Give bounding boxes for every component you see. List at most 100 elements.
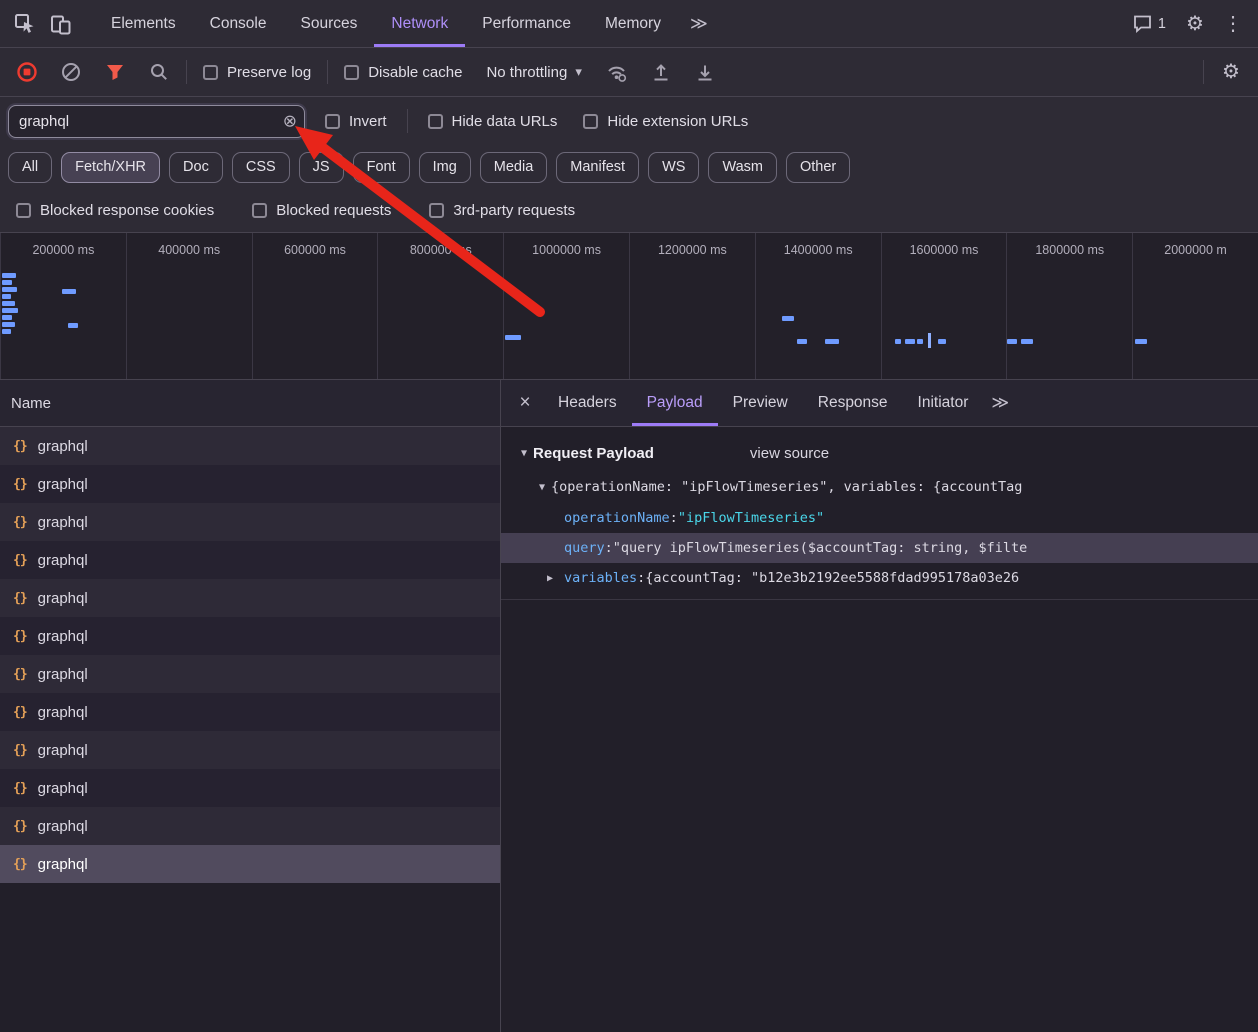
type-filter-fetch-xhr[interactable]: Fetch/XHR bbox=[61, 152, 160, 183]
import-har-icon[interactable] bbox=[644, 55, 678, 89]
hide-extension-urls-checkbox[interactable] bbox=[583, 114, 598, 129]
blocked-response-cookies-checkbox[interactable] bbox=[16, 203, 31, 218]
more-main-tabs-icon[interactable]: ≫ bbox=[680, 14, 718, 34]
table-row[interactable]: {}graphql bbox=[0, 617, 500, 655]
table-row[interactable]: {}graphql bbox=[0, 693, 500, 731]
table-row[interactable]: {}graphql bbox=[0, 503, 500, 541]
main-tab-sources[interactable]: Sources bbox=[284, 0, 375, 47]
timeline-label: 1200000 ms bbox=[630, 243, 755, 257]
type-filter-img[interactable]: Img bbox=[419, 152, 471, 183]
preserve-log-checkbox[interactable] bbox=[203, 65, 218, 80]
request-payload-section[interactable]: ▼ Request Payload view source bbox=[501, 435, 1258, 471]
type-filter-all[interactable]: All bbox=[8, 152, 52, 183]
kebab-menu-icon[interactable]: ⋮ bbox=[1216, 7, 1250, 41]
network-search-button[interactable] bbox=[142, 55, 176, 89]
hide-extension-urls-toggle[interactable]: Hide extension URLs bbox=[577, 113, 754, 130]
network-settings-icon[interactable]: ⚙ bbox=[1214, 55, 1248, 89]
payload-entry[interactable]: ▶variables: {accountTag: "b12e3b2192ee55… bbox=[501, 563, 1258, 593]
clear-network-log-button[interactable] bbox=[54, 55, 88, 89]
type-filter-wasm[interactable]: Wasm bbox=[708, 152, 777, 183]
blocked-requests-checkbox[interactable] bbox=[252, 203, 267, 218]
detail-tab-preview[interactable]: Preview bbox=[718, 380, 803, 426]
type-filter-manifest[interactable]: Manifest bbox=[556, 152, 639, 183]
close-details-icon[interactable]: × bbox=[507, 392, 543, 414]
detail-tab-initiator[interactable]: Initiator bbox=[903, 380, 984, 426]
detail-tab-response[interactable]: Response bbox=[803, 380, 903, 426]
table-row[interactable]: {}graphql bbox=[0, 579, 500, 617]
export-har-icon[interactable] bbox=[688, 55, 722, 89]
payload-summary-row[interactable]: ▼ {operationName: "ipFlowTimeseries", va… bbox=[501, 471, 1258, 503]
waterfall-bar bbox=[2, 308, 18, 313]
type-filter-font[interactable]: Font bbox=[353, 152, 410, 183]
table-row[interactable]: {}graphql bbox=[0, 807, 500, 845]
advanced-filter-3rd-party-requests[interactable]: 3rd-party requests bbox=[423, 202, 581, 219]
type-filter-doc[interactable]: Doc bbox=[169, 152, 223, 183]
json-braces-icon: {} bbox=[13, 591, 27, 606]
name-column-header[interactable]: Name bbox=[0, 380, 500, 427]
collapse-triangle-icon[interactable]: ▼ bbox=[539, 482, 545, 493]
timeline-segment: 600000 ms bbox=[252, 233, 378, 379]
type-filter-css[interactable]: CSS bbox=[232, 152, 290, 183]
main-tab-console[interactable]: Console bbox=[193, 0, 284, 47]
table-row[interactable]: {}graphql bbox=[0, 731, 500, 769]
collapse-triangle-icon[interactable]: ▼ bbox=[521, 448, 527, 459]
filter-toggle-button[interactable] bbox=[98, 55, 132, 89]
disable-cache-toggle[interactable]: Disable cache bbox=[338, 64, 468, 81]
issues-count: 1 bbox=[1158, 16, 1166, 32]
throttling-select[interactable]: No throttling ▾ bbox=[478, 64, 589, 81]
requests-list: {}graphql{}graphql{}graphql{}graphql{}gr… bbox=[0, 427, 500, 1032]
payload-value: "query ipFlowTimeseries($accountTag: str… bbox=[613, 540, 1028, 556]
main-tab-elements[interactable]: Elements bbox=[94, 0, 193, 47]
hide-data-urls-checkbox[interactable] bbox=[428, 114, 443, 129]
disable-cache-checkbox[interactable] bbox=[344, 65, 359, 80]
table-row[interactable]: {}graphql bbox=[0, 465, 500, 503]
type-filter-js[interactable]: JS bbox=[299, 152, 344, 183]
settings-icon[interactable]: ⚙ bbox=[1178, 7, 1212, 41]
waterfall-bar bbox=[2, 280, 12, 285]
detail-tab-headers[interactable]: Headers bbox=[543, 380, 632, 426]
invert-checkbox[interactable] bbox=[325, 114, 340, 129]
main-tab-performance[interactable]: Performance bbox=[465, 0, 588, 47]
view-source-link[interactable]: view source bbox=[750, 445, 829, 462]
network-main-split: Name {}graphql{}graphql{}graphql{}graphq… bbox=[0, 380, 1258, 1032]
type-filter-other[interactable]: Other bbox=[786, 152, 850, 183]
advanced-filter-blocked-response-cookies[interactable]: Blocked response cookies bbox=[10, 202, 220, 219]
hide-extension-urls-label: Hide extension URLs bbox=[607, 113, 748, 130]
type-filter-ws[interactable]: WS bbox=[648, 152, 699, 183]
type-filter-media[interactable]: Media bbox=[480, 152, 548, 183]
inspect-element-icon[interactable] bbox=[8, 7, 42, 41]
request-name: graphql bbox=[38, 514, 88, 531]
payload-entry[interactable]: query: "query ipFlowTimeseries($accountT… bbox=[501, 533, 1258, 563]
main-tab-network[interactable]: Network bbox=[374, 0, 465, 47]
table-row[interactable]: {}graphql bbox=[0, 541, 500, 579]
table-row[interactable]: {}graphql bbox=[0, 427, 500, 465]
payload-entry[interactable]: operationName: "ipFlowTimeseries" bbox=[501, 503, 1258, 533]
issues-counter[interactable]: 1 bbox=[1124, 13, 1174, 34]
table-row[interactable]: {}graphql bbox=[0, 655, 500, 693]
table-row[interactable]: {}graphql bbox=[0, 769, 500, 807]
3rd-party-requests-checkbox[interactable] bbox=[429, 203, 444, 218]
invert-filter-toggle[interactable]: Invert bbox=[319, 113, 393, 130]
json-braces-icon: {} bbox=[13, 705, 27, 720]
network-overview-timeline[interactable]: 200000 ms400000 ms600000 ms800000 ms1000… bbox=[0, 232, 1258, 380]
timeline-label: 200000 ms bbox=[1, 243, 126, 257]
main-tab-memory[interactable]: Memory bbox=[588, 0, 678, 47]
device-toolbar-icon[interactable] bbox=[44, 7, 78, 41]
record-stop-button[interactable] bbox=[10, 55, 44, 89]
more-detail-tabs-icon[interactable]: ≫ bbox=[991, 393, 1009, 413]
filter-input[interactable] bbox=[9, 106, 304, 137]
waterfall-bar bbox=[895, 339, 901, 344]
expand-triangle-icon[interactable]: ▶ bbox=[547, 573, 564, 584]
detail-tab-payload[interactable]: Payload bbox=[632, 380, 718, 426]
payload-separator: : bbox=[670, 510, 678, 526]
network-conditions-glyph bbox=[605, 61, 628, 84]
timeline-label: 1800000 ms bbox=[1007, 243, 1132, 257]
devtools-window: ElementsConsoleSourcesNetworkPerformance… bbox=[0, 0, 1258, 1032]
table-row[interactable]: {}graphql bbox=[0, 845, 500, 883]
preserve-log-toggle[interactable]: Preserve log bbox=[197, 64, 317, 81]
advanced-filter-blocked-requests[interactable]: Blocked requests bbox=[246, 202, 397, 219]
hide-data-urls-toggle[interactable]: Hide data URLs bbox=[422, 113, 564, 130]
network-conditions-icon[interactable] bbox=[600, 55, 634, 89]
clear-filter-icon[interactable]: ⊗ bbox=[283, 113, 297, 130]
upload-icon bbox=[650, 61, 672, 83]
